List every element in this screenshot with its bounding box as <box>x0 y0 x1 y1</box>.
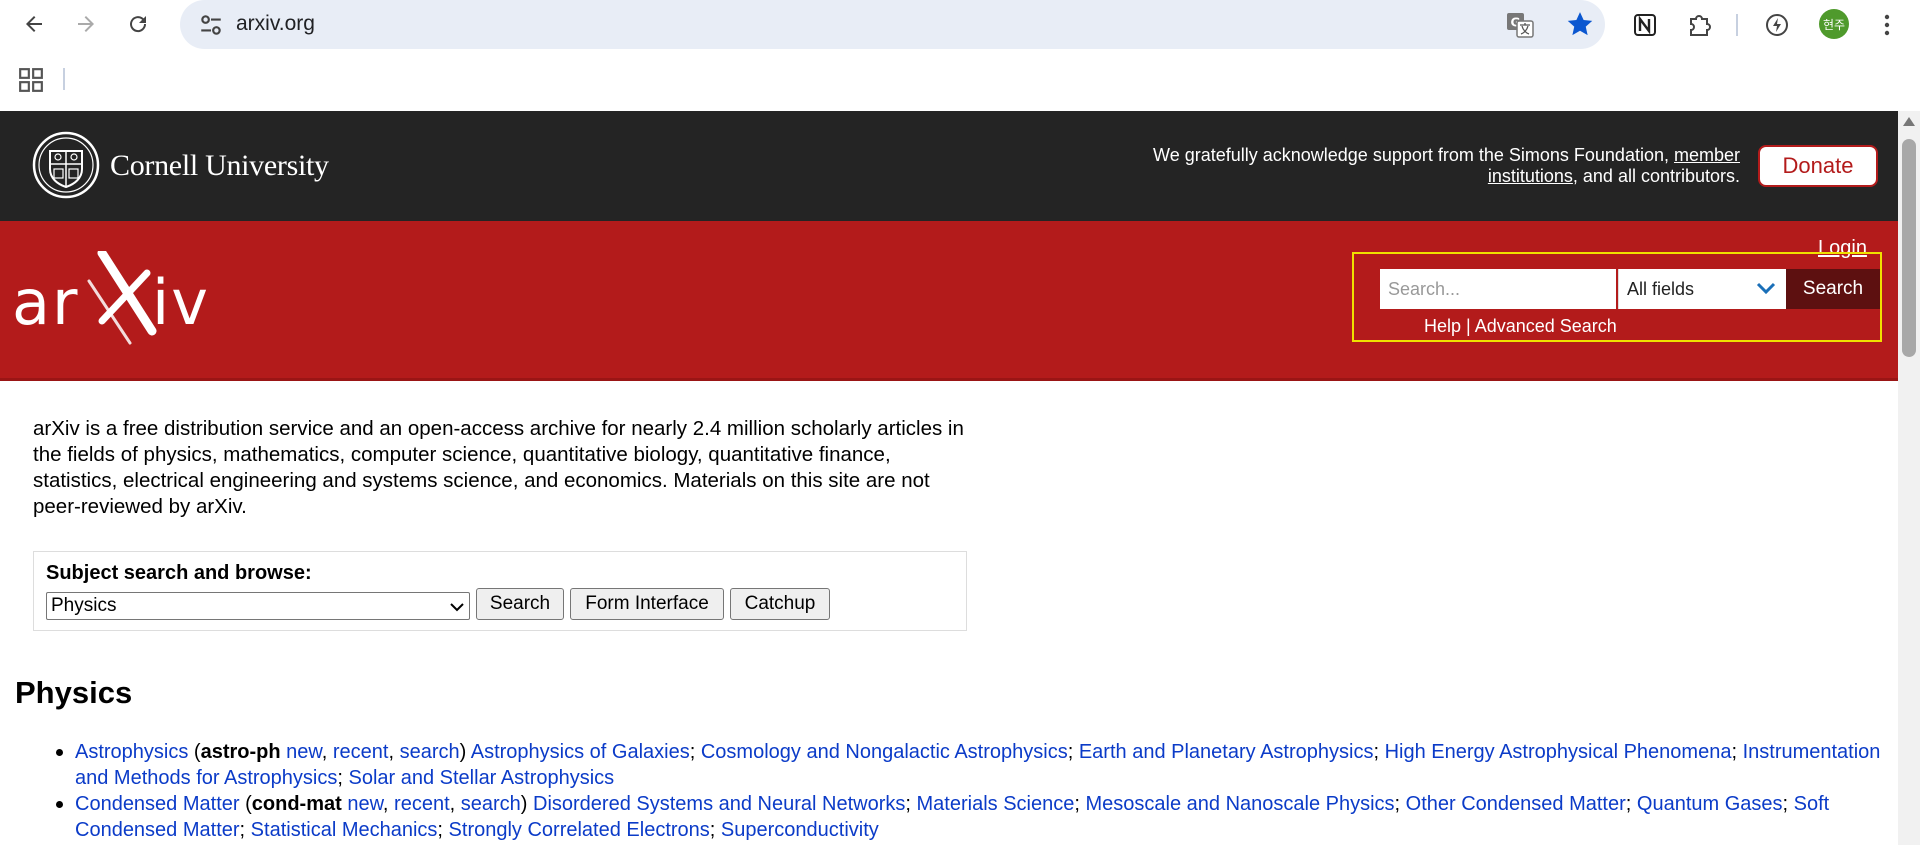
svg-text:ar: ar <box>12 266 79 339</box>
chevron-down-icon <box>450 603 464 612</box>
forward-button[interactable] <box>66 4 106 44</box>
more-vertical-icon <box>1884 14 1890 36</box>
search-field-value: All fields <box>1627 278 1695 299</box>
bookmarks-separator <box>63 68 65 90</box>
search-button[interactable]: Search <box>1786 269 1880 309</box>
notion-extension[interactable] <box>1628 8 1662 42</box>
url-text: arxiv.org <box>236 12 315 35</box>
advanced-search-link[interactable]: Advanced Search <box>1475 316 1617 336</box>
support-message: We gratefully acknowledge support from t… <box>1060 145 1740 187</box>
category-list: Astrophysics (astro-ph new, recent, sear… <box>50 739 1890 843</box>
scroll-thumb[interactable] <box>1902 139 1916 357</box>
profile-avatar[interactable]: 현주 <box>1819 9 1849 39</box>
category-search-link[interactable]: search <box>461 793 521 815</box>
subcategory-link[interactable]: Solar and Stellar Astrophysics <box>348 767 614 789</box>
subcategory-link[interactable]: High Energy Astrophysical Phenomena <box>1385 741 1732 763</box>
svg-text:iv: iv <box>152 266 210 339</box>
search-help-links: Help | Advanced Search <box>1424 316 1617 337</box>
donate-button[interactable]: Donate <box>1758 145 1878 187</box>
support-text-after: , and all contributors. <box>1572 166 1740 186</box>
arrow-right-icon <box>78 16 94 32</box>
browser-toolbar: arxiv.org G 현주 <box>0 0 1920 49</box>
category-link[interactable]: Condensed Matter <box>75 793 240 815</box>
reload-icon <box>130 16 147 33</box>
subcategory-link[interactable]: Cosmology and Nongalactic Astrophysics <box>701 741 1068 763</box>
chevron-down-icon <box>1756 282 1776 295</box>
reload-button[interactable] <box>118 4 158 44</box>
cornell-header: Cornell University We gratefully acknowl… <box>0 111 1898 221</box>
site-settings-icon[interactable] <box>198 12 224 38</box>
subject-search-form: Subject search and browse: Physics Searc… <box>33 551 967 631</box>
web-page: Cornell University We gratefully acknowl… <box>0 111 1898 845</box>
toolbar-separator <box>1736 14 1738 36</box>
search-input[interactable]: Search... <box>1380 269 1616 309</box>
subcategory-link[interactable]: Mesoscale and Nanoscale Physics <box>1085 793 1394 815</box>
subcategory-link[interactable]: Quantum Gases <box>1637 793 1783 815</box>
cornell-seal-logo[interactable] <box>32 131 100 199</box>
back-button[interactable] <box>14 4 54 44</box>
cornell-university-name[interactable]: Cornell University <box>110 149 329 183</box>
energy-saver-icon <box>1766 14 1788 36</box>
search-field-select[interactable]: All fields <box>1618 269 1786 309</box>
category-link[interactable]: Astrophysics <box>75 741 188 763</box>
performance-button[interactable] <box>1760 8 1794 42</box>
arxiv-banner: ar iv Login Search... All fields Search … <box>0 221 1898 381</box>
bookmarks-bar <box>0 49 1920 111</box>
subject-search-button[interactable]: Search <box>476 588 564 620</box>
form-interface-button[interactable]: Form Interface <box>570 588 724 620</box>
help-link[interactable]: Help <box>1424 316 1461 336</box>
intro-text: arXiv is a free distribution service and… <box>33 417 964 518</box>
catchup-button[interactable]: Catchup <box>730 588 830 620</box>
notion-icon <box>1634 14 1656 36</box>
category-new-link[interactable]: new <box>347 793 383 815</box>
search-form: Search... All fields Search Help | Advan… <box>1352 252 1882 342</box>
subcategory-link[interactable]: Other Condensed Matter <box>1406 793 1626 815</box>
category-search-link[interactable]: search <box>400 741 460 763</box>
category-item: Condensed Matter (cond-mat new, recent, … <box>50 791 1890 843</box>
subcategory-link[interactable]: Superconductivity <box>721 819 879 841</box>
extensions-button[interactable] <box>1682 8 1716 42</box>
category-recent-link[interactable]: recent <box>394 793 450 815</box>
category-new-link[interactable]: new <box>286 741 322 763</box>
subcategory-link[interactable]: Materials Science <box>917 793 1075 815</box>
subcategory-link[interactable]: Strongly Correlated Electrons <box>449 819 710 841</box>
page-scrollbar[interactable] <box>1898 111 1920 845</box>
apps-grid-icon[interactable] <box>18 67 44 93</box>
support-text-before: We gratefully acknowledge support from t… <box>1153 145 1674 165</box>
category-code: astro-ph <box>200 741 281 763</box>
browser-menu-button[interactable] <box>1870 8 1904 42</box>
subcategory-link[interactable]: Disordered Systems and Neural Networks <box>533 793 905 815</box>
subject-select[interactable]: Physics <box>46 592 470 620</box>
subcategory-link[interactable]: Astrophysics of Galaxies <box>471 741 690 763</box>
arxiv-logo[interactable]: ar iv <box>12 251 222 351</box>
address-bar[interactable]: arxiv.org G <box>180 0 1605 49</box>
scroll-up-arrow-icon[interactable] <box>1903 117 1915 126</box>
category-item: Astrophysics (astro-ph new, recent, sear… <box>50 739 1890 791</box>
subject-search-title: Subject search and browse: <box>46 562 312 584</box>
link-separator: | <box>1461 316 1475 336</box>
subcategory-link[interactable]: Earth and Planetary Astrophysics <box>1079 741 1374 763</box>
puzzle-icon <box>1690 15 1711 36</box>
translate-icon[interactable]: G <box>1505 10 1535 40</box>
category-code: cond-mat <box>251 793 342 815</box>
subcategory-link[interactable]: Statistical Mechanics <box>251 819 438 841</box>
bookmark-star-icon[interactable] <box>1565 9 1595 39</box>
subject-select-value: Physics <box>51 595 117 616</box>
arrow-left-icon <box>26 16 42 32</box>
category-recent-link[interactable]: recent <box>333 741 389 763</box>
section-heading: Physics <box>15 675 133 710</box>
